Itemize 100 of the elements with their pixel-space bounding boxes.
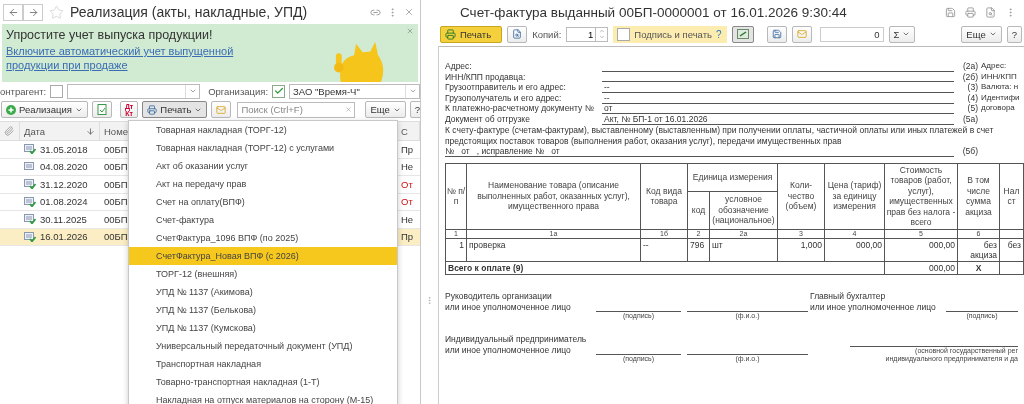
document-title: Счет-фактура выданный 00БП-0000001 от 16.01.2026 9:30:44	[460, 4, 848, 20]
back-button[interactable]	[3, 3, 23, 21]
copies-label: Копий:	[532, 28, 562, 40]
column-header: Наименование товара (описание выполненных работ, оказанных услуг), имущественного права	[466, 163, 641, 229]
field-value: --	[602, 82, 954, 93]
clear-icon[interactable]	[345, 106, 353, 113]
menu-item[interactable]: ТОРГ-12 (внешняя)	[129, 265, 397, 283]
save-icon	[771, 29, 782, 39]
filter-checkbox[interactable]	[272, 84, 286, 98]
envelope-icon	[796, 29, 807, 39]
filter-field[interactable]: ЗАО "Время-Ч"	[289, 83, 420, 99]
buyer-field-label: Адрес:	[980, 61, 1008, 72]
date-cell: 04.08.2020	[40, 161, 88, 173]
menu-item[interactable]: Товарно-транспортная накладная (1-Т)	[129, 373, 397, 391]
star-icon[interactable]	[49, 4, 64, 20]
more-button[interactable]: Еще	[961, 25, 1002, 43]
menu-item[interactable]: Накладная на отпуск материалов на сторону (М-15)	[129, 391, 397, 404]
column-header[interactable]: Номе	[104, 125, 128, 137]
copies-field[interactable]: 1	[566, 26, 597, 42]
resize-handle-icon[interactable]	[425, 295, 434, 305]
column-header[interactable]: С	[401, 125, 408, 137]
menu-item[interactable]: Акт об оказании услуг	[129, 157, 397, 175]
menu-item[interactable]: УПД № 1137 (Акимова)	[129, 283, 397, 301]
print-button[interactable]: Печать	[440, 25, 503, 43]
close-icon[interactable]	[406, 27, 414, 35]
date-cell: 31.12.2020	[40, 178, 88, 190]
column-header[interactable]: Дата	[24, 125, 46, 137]
menu-item[interactable]: Универсальный передаточный документ (УПД)	[129, 337, 397, 355]
preview-button[interactable]	[507, 25, 528, 43]
sort-icon[interactable]	[86, 126, 95, 136]
buyer-field-label: Валюта: н	[980, 82, 1020, 93]
create-button[interactable]: Реализация	[1, 101, 88, 118]
table-cell: 796	[687, 238, 710, 261]
spin-buttons[interactable]	[596, 26, 609, 42]
up-icon	[598, 28, 605, 34]
filter-checkbox[interactable]	[50, 84, 64, 98]
save-button[interactable]	[766, 25, 787, 43]
filter-label: онтрагент:	[0, 85, 47, 97]
table-cell: 1	[445, 238, 467, 261]
signature-button[interactable]	[731, 25, 754, 43]
signature-icon	[736, 29, 749, 39]
help-button[interactable]: ?	[409, 101, 420, 118]
menu-item[interactable]: Счет на оплату(ВПФ)	[129, 193, 397, 211]
column-header: код	[687, 191, 710, 229]
attachment-icon	[4, 126, 14, 136]
column-header: Цена (тариф) за единицу измерения	[824, 163, 885, 229]
table-cell: 000,00	[884, 261, 958, 274]
status-cell: Пр	[401, 231, 414, 243]
menu-item[interactable]: УПД № 1137 (Белькова)	[129, 301, 397, 319]
print-icon[interactable]	[965, 6, 976, 18]
menu-item[interactable]: Товарная накладная (ТОРГ-12) с услугами	[129, 139, 397, 157]
buyer-field-label: ИНН/КПП	[980, 71, 1018, 82]
sum-button[interactable]: Σ	[888, 25, 916, 43]
printer-icon	[147, 104, 158, 115]
column-header: В том числе сумма акциза	[957, 163, 1000, 229]
menu-item[interactable]: Акт на передачу прав	[129, 175, 397, 193]
filter-field[interactable]	[67, 83, 201, 99]
preview-icon	[512, 29, 523, 39]
field-value: --	[602, 92, 954, 104]
copy-document-button[interactable]	[91, 101, 112, 118]
close-icon[interactable]	[404, 7, 414, 17]
banner-link[interactable]: Включите автоматический учет выпущенной продукции при продаже	[6, 44, 326, 72]
menu-item[interactable]: УПД № 1137 (Кумскова)	[129, 319, 397, 337]
banner-title: Упростите учет выпуска продукции!	[6, 28, 214, 42]
status-cell: Не	[401, 161, 414, 173]
table-cell: 000,00	[884, 238, 958, 261]
printer-icon	[445, 28, 456, 40]
advance-note: К счету-фактуре (счетам-фактурам), выставленному (выставленным) при получении оплаты, частичной оплаты или иных платежей в счет предстоящих поставок товаров (выполнения работ, оказания услуг), передачи имущественных прав	[445, 125, 995, 146]
forward-arrow-icon	[27, 6, 39, 18]
sum-field[interactable]: 0	[819, 26, 884, 42]
help-button[interactable]: ?	[1006, 25, 1022, 43]
menu-item[interactable]: СчетФактура_1096 ВПФ (по 2025)	[129, 229, 397, 247]
help-mark[interactable]: ?	[715, 28, 722, 40]
table-cell: без акциза	[957, 238, 1000, 261]
column-header: Коли-чество (объем)	[777, 163, 825, 229]
field-code: (4)	[966, 92, 978, 104]
menu-item[interactable]: СчетФактура_Новая ВПФ (с 2026)	[129, 247, 397, 265]
table-cell: --	[640, 238, 688, 261]
more-button[interactable]: Еще	[365, 101, 406, 118]
column-header: Нал ст	[999, 163, 1024, 229]
preview-icon[interactable]	[985, 6, 996, 18]
date-cell: 31.05.2018	[40, 143, 88, 155]
email-button[interactable]	[211, 101, 232, 118]
menu-item[interactable]: Товарная накладная (ТОРГ-12)	[129, 121, 397, 139]
caret-icon	[408, 87, 417, 95]
print-button[interactable]: Печать	[142, 101, 208, 118]
email-button[interactable]	[791, 25, 812, 43]
field-code: (2б)	[961, 71, 978, 82]
forward-button[interactable]	[23, 3, 43, 21]
save-icon[interactable]	[945, 6, 956, 18]
table-cell: 000,00	[824, 238, 885, 261]
plus-icon	[6, 104, 16, 115]
table-cell: X	[957, 261, 1000, 274]
search-field[interactable]: Поиск (Ctrl+F)	[237, 101, 356, 118]
sign-checkbox[interactable]	[617, 27, 631, 41]
total-label: Всего к оплате (9)	[445, 261, 885, 274]
menu-item[interactable]: Транспортная накладная	[129, 355, 397, 373]
menu-item[interactable]: Счет-фактура	[129, 211, 397, 229]
window-title: Реализация (акты, накладные, УПД)	[70, 4, 309, 20]
down-icon	[598, 34, 605, 40]
